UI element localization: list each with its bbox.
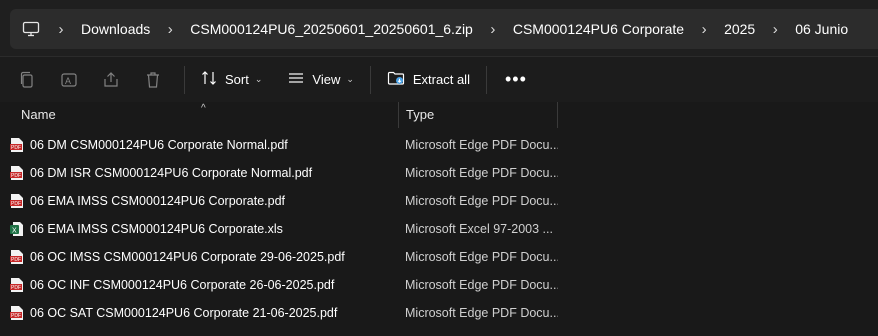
pdf-file-icon: PDF: [10, 165, 24, 181]
command-bar: A Sort ⌄ View ⌄ Extract all •••: [0, 57, 878, 102]
chevron-right-icon[interactable]: ›: [690, 21, 718, 38]
file-type: Microsoft Edge PDF Docu...: [405, 250, 558, 264]
svg-text:PDF: PDF: [11, 285, 21, 291]
sort-ascending-icon: ^: [201, 103, 206, 114]
file-name: 06 OC INF CSM000124PU6 Corporate 26-06-2…: [30, 278, 335, 292]
svg-text:A: A: [65, 76, 71, 86]
excel-file-icon: X: [10, 221, 24, 237]
column-header-row: ^ Name Type: [0, 102, 878, 128]
file-type: Microsoft Excel 97-2003 ...: [405, 222, 553, 236]
view-icon: [288, 71, 304, 88]
file-name: 06 OC IMSS CSM000124PU6 Corporate 29-06-…: [30, 250, 345, 264]
chevron-down-icon: ⌄: [346, 74, 354, 84]
file-type: Microsoft Edge PDF Docu...: [405, 278, 558, 292]
breadcrumb-corporate[interactable]: CSM000124PU6 Corporate: [507, 21, 690, 37]
sort-button[interactable]: Sort ⌄: [193, 64, 270, 96]
file-type: Microsoft Edge PDF Docu...: [405, 166, 558, 180]
breadcrumb-downloads[interactable]: Downloads: [75, 21, 156, 37]
rename-icon[interactable]: A: [54, 65, 84, 95]
file-type: Microsoft Edge PDF Docu...: [405, 138, 558, 152]
sort-label: Sort: [225, 72, 249, 87]
view-label: View: [312, 72, 341, 87]
file-row[interactable]: PDF 06 DM ISR CSM000124PU6 Corporate Nor…: [0, 159, 878, 187]
sort-icon: [201, 70, 217, 89]
column-header-name[interactable]: ^ Name: [0, 102, 398, 128]
pdf-file-icon: PDF: [10, 277, 24, 293]
column-header-type[interactable]: Type: [398, 102, 558, 128]
file-row[interactable]: PDF 06 OC SAT CSM000124PU6 Corporate 21-…: [0, 299, 878, 327]
share-icon[interactable]: [96, 65, 126, 95]
file-row[interactable]: X 06 EMA IMSS CSM000124PU6 Corporate.xls…: [0, 215, 878, 243]
more-options-icon[interactable]: •••: [495, 69, 537, 90]
breadcrumb-year[interactable]: 2025: [718, 21, 761, 37]
svg-text:PDF: PDF: [11, 313, 21, 319]
pdf-file-icon: PDF: [10, 249, 24, 265]
toolbar-separator: [369, 65, 371, 94]
pdf-file-icon: PDF: [10, 137, 24, 153]
chevron-down-icon: ⌄: [254, 74, 263, 84]
extract-folder-icon: [387, 70, 405, 89]
column-header-type-label: Type: [406, 107, 435, 122]
file-row[interactable]: PDF 06 OC IMSS CSM000124PU6 Corporate 29…: [0, 243, 878, 271]
file-row[interactable]: PDF 06 EMA IMSS CSM000124PU6 Corporate.p…: [0, 187, 878, 215]
chevron-right-icon[interactable]: ›: [156, 21, 184, 38]
chevron-right-icon[interactable]: ›: [761, 21, 789, 38]
pdf-file-icon: PDF: [10, 193, 24, 209]
svg-text:PDF: PDF: [11, 257, 21, 263]
svg-text:X: X: [12, 228, 17, 235]
file-name: 06 DM ISR CSM000124PU6 Corporate Normal.…: [30, 166, 313, 180]
toolbar-separator: [184, 65, 185, 94]
file-name: 06 OC SAT CSM000124PU6 Corporate 21-06-2…: [30, 306, 338, 320]
svg-text:PDF: PDF: [11, 173, 21, 179]
delete-icon[interactable]: [138, 65, 168, 95]
extract-all-label: Extract all: [412, 72, 470, 87]
toolbar-separator: [485, 65, 487, 94]
breadcrumb-month[interactable]: 06 Junio: [789, 21, 854, 37]
file-name: 06 EMA IMSS CSM000124PU6 Corporate.xls: [30, 222, 283, 236]
pdf-file-icon: PDF: [10, 305, 24, 321]
svg-text:PDF: PDF: [11, 145, 21, 151]
address-bar[interactable]: › Downloads › CSM000124PU6_20250601_202506…: [10, 9, 878, 49]
view-button[interactable]: View ⌄: [280, 64, 362, 96]
this-pc-icon[interactable]: [21, 19, 41, 39]
copy-icon[interactable]: [12, 65, 42, 95]
file-type: Microsoft Edge PDF Docu...: [405, 306, 558, 320]
file-row[interactable]: PDF 06 DM CSM000124PU6 Corporate Normal.…: [0, 131, 878, 159]
svg-text:PDF: PDF: [11, 201, 21, 207]
file-list: PDF 06 DM CSM000124PU6 Corporate Normal.…: [0, 131, 878, 327]
extract-all-button[interactable]: Extract all: [379, 64, 478, 96]
file-row[interactable]: PDF 06 OC INF CSM000124PU6 Corporate 26-…: [0, 271, 878, 299]
file-name: 06 EMA IMSS CSM000124PU6 Corporate.pdf: [30, 194, 285, 208]
breadcrumb-zip[interactable]: CSM000124PU6_20250601_20250601_6.zip: [184, 21, 479, 37]
chevron-right-icon[interactable]: ›: [479, 21, 507, 38]
chevron-right-icon[interactable]: ›: [47, 21, 75, 38]
file-type: Microsoft Edge PDF Docu...: [405, 194, 558, 208]
address-bar-area: › Downloads › CSM000124PU6_20250601_202506…: [0, 0, 878, 57]
column-header-name-label: Name: [21, 107, 56, 122]
file-name: 06 DM CSM000124PU6 Corporate Normal.pdf: [30, 138, 288, 152]
